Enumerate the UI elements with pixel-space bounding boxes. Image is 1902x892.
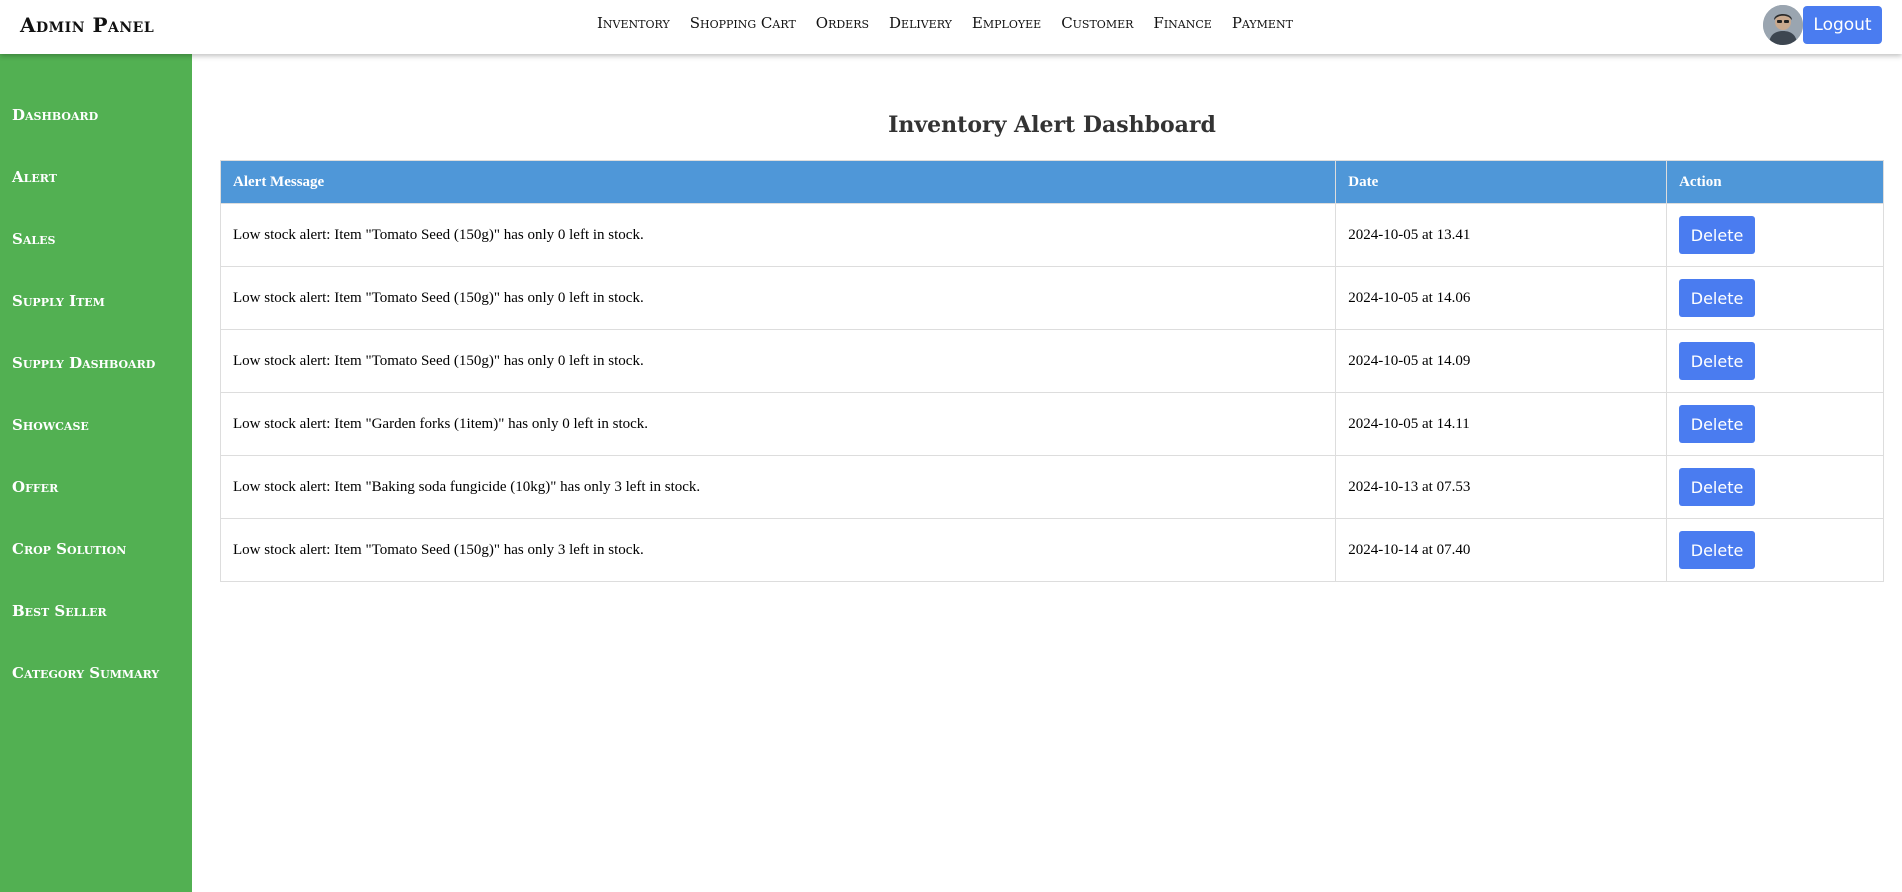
sidebar-item-label[interactable]: Alert <box>12 168 57 186</box>
delete-button[interactable]: Delete <box>1679 531 1756 569</box>
alert-date-cell: 2024-10-13 at 07.53 <box>1335 455 1668 519</box>
delete-button[interactable]: Delete <box>1679 468 1756 506</box>
alert-date-cell: 2024-10-14 at 07.40 <box>1335 518 1668 582</box>
sidebar-item-supply-item[interactable]: Supply Item <box>0 270 192 332</box>
column-header-alert-message: Alert Message <box>219 160 1337 204</box>
nav-orders[interactable]: Orders <box>816 14 869 32</box>
action-cell: Delete <box>1666 329 1884 393</box>
action-cell: Delete <box>1666 518 1884 582</box>
nav-delivery[interactable]: Delivery <box>889 14 952 32</box>
alert-message-cell: Low stock alert: Item "Baking soda fungi… <box>219 455 1337 519</box>
nav-shopping-cart[interactable]: Shopping Cart <box>690 14 796 32</box>
alert-message-cell: Low stock alert: Item "Garden forks (1it… <box>219 392 1337 456</box>
sidebar-item-offer[interactable]: Offer <box>0 456 192 518</box>
table-header-row: Alert Message Date Action <box>219 160 1884 204</box>
table-row: Low stock alert: Item "Garden forks (1it… <box>219 392 1884 456</box>
sidebar-item-best-seller[interactable]: Best Seller <box>0 580 192 642</box>
sidebar-item-crop-solution[interactable]: Crop Solution <box>0 518 192 580</box>
page-title: Inventory Alert Dashboard <box>888 112 1216 138</box>
action-cell: Delete <box>1666 392 1884 456</box>
alert-date-cell: 2024-10-05 at 14.06 <box>1335 266 1668 330</box>
table-row: Low stock alert: Item "Tomato Seed (150g… <box>219 329 1884 393</box>
alert-message-cell: Low stock alert: Item "Tomato Seed (150g… <box>219 518 1337 582</box>
column-header-date: Date <box>1335 160 1668 204</box>
table-row: Low stock alert: Item "Tomato Seed (150g… <box>219 518 1884 582</box>
top-navbar: Admin Panel Inventory Shopping Cart Orde… <box>0 0 1902 54</box>
user-avatar-icon <box>1763 5 1803 45</box>
alert-message-cell: Low stock alert: Item "Tomato Seed (150g… <box>219 266 1337 330</box>
sidebar-item-label[interactable]: Best Seller <box>12 602 107 620</box>
nav-finance[interactable]: Finance <box>1153 14 1211 32</box>
delete-button[interactable]: Delete <box>1679 279 1756 317</box>
nav-customer[interactable]: Customer <box>1061 14 1133 32</box>
sidebar-item-dashboard[interactable]: Dashboard <box>0 84 192 146</box>
logout-button[interactable]: Logout <box>1803 6 1882 44</box>
delete-button[interactable]: Delete <box>1679 216 1756 254</box>
action-cell: Delete <box>1666 266 1884 330</box>
sidebar-item-label[interactable]: Dashboard <box>12 106 98 124</box>
sidebar-item-label[interactable]: Showcase <box>12 416 89 434</box>
sidebar-item-alert[interactable]: Alert <box>0 146 192 208</box>
sidebar-item-label[interactable]: Crop Solution <box>12 540 126 558</box>
sidebar-item-label[interactable]: Category Summary <box>12 664 159 682</box>
sidebar-item-showcase[interactable]: Showcase <box>0 394 192 456</box>
alert-message-cell: Low stock alert: Item "Tomato Seed (150g… <box>219 203 1337 267</box>
table-row: Low stock alert: Item "Tomato Seed (150g… <box>219 203 1884 267</box>
action-cell: Delete <box>1666 455 1884 519</box>
nav-inventory[interactable]: Inventory <box>597 14 670 32</box>
sidebar: Dashboard Alert Sales Supply Item Supply… <box>0 54 192 892</box>
action-cell: Delete <box>1666 203 1884 267</box>
brand-title: Admin Panel <box>20 13 155 37</box>
nav-payment[interactable]: Payment <box>1232 14 1293 32</box>
sidebar-item-category-summary[interactable]: Category Summary <box>0 642 192 704</box>
sidebar-item-sales[interactable]: Sales <box>0 208 192 270</box>
alert-message-cell: Low stock alert: Item "Tomato Seed (150g… <box>219 329 1337 393</box>
table-row: Low stock alert: Item "Tomato Seed (150g… <box>219 266 1884 330</box>
sidebar-item-label[interactable]: Sales <box>12 230 55 248</box>
sidebar-item-label[interactable]: Offer <box>12 478 58 496</box>
nav-employee[interactable]: Employee <box>972 14 1041 32</box>
column-header-action: Action <box>1666 160 1884 204</box>
sidebar-item-supply-dashboard[interactable]: Supply Dashboard <box>0 332 192 394</box>
alert-date-cell: 2024-10-05 at 13.41 <box>1335 203 1668 267</box>
delete-button[interactable]: Delete <box>1679 405 1756 443</box>
sidebar-menu: Dashboard Alert Sales Supply Item Supply… <box>0 54 192 714</box>
alerts-table: Alert Message Date Action Low stock aler… <box>219 160 1884 582</box>
alert-date-cell: 2024-10-05 at 14.11 <box>1335 392 1668 456</box>
avatar[interactable] <box>1763 5 1803 45</box>
delete-button[interactable]: Delete <box>1679 342 1756 380</box>
sidebar-item-label[interactable]: Supply Dashboard <box>12 354 155 372</box>
table-row: Low stock alert: Item "Baking soda fungi… <box>219 455 1884 519</box>
top-nav: Inventory Shopping Cart Orders Delivery … <box>597 14 1313 32</box>
alert-date-cell: 2024-10-05 at 14.09 <box>1335 329 1668 393</box>
sidebar-item-label[interactable]: Supply Item <box>12 292 105 310</box>
